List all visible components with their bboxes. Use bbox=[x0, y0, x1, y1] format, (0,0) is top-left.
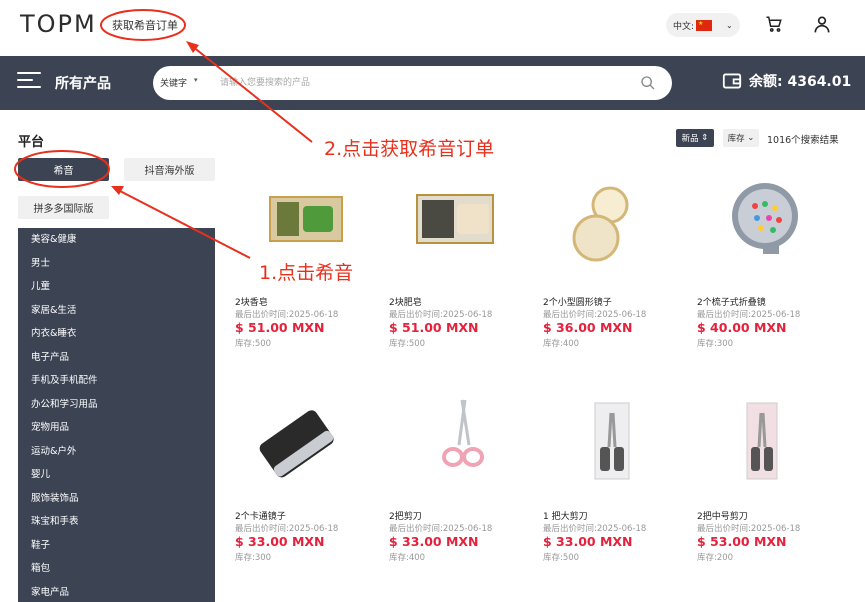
search-mode-select[interactable]: 关键字 bbox=[160, 76, 187, 89]
platform-shein-button[interactable]: 希音 bbox=[18, 158, 109, 181]
category-item[interactable]: 儿童 bbox=[18, 275, 215, 299]
annotation-step2: 2.点击获取希音订单 bbox=[324, 138, 495, 160]
product-name[interactable]: 2把剪刀 bbox=[389, 509, 422, 522]
search-input[interactable] bbox=[220, 74, 610, 92]
product-image[interactable] bbox=[697, 395, 847, 495]
product-date: 最后出价时间:2025-06-18 bbox=[389, 524, 493, 534]
category-item[interactable]: 珠宝和手表 bbox=[18, 510, 215, 534]
product-name[interactable]: 2把中号剪刀 bbox=[697, 509, 748, 522]
product-name[interactable]: 1 把大剪刀 bbox=[543, 509, 588, 522]
product-date: 最后出价时间:2025-06-18 bbox=[543, 524, 647, 534]
search-icon[interactable] bbox=[640, 75, 656, 91]
category-item[interactable]: 家居&生活 bbox=[18, 299, 215, 323]
category-list: 美容&健康 男士 儿童 家居&生活 内衣&睡衣 电子产品 手机及手机配件 办公和… bbox=[18, 228, 215, 602]
all-products-link[interactable]: 所有产品 bbox=[55, 73, 111, 93]
get-shein-orders-link[interactable]: 获取希音订单 bbox=[112, 17, 178, 33]
caret-down-icon[interactable]: ▾ bbox=[194, 76, 198, 84]
product-price: $ 36.00 MXN bbox=[543, 320, 633, 335]
product-image[interactable] bbox=[543, 180, 693, 280]
wallet-icon bbox=[722, 73, 742, 89]
category-item[interactable]: 鞋子 bbox=[18, 534, 215, 558]
product-price: $ 33.00 MXN bbox=[543, 534, 633, 549]
product-date: 最后出价时间:2025-06-18 bbox=[697, 310, 801, 320]
category-item[interactable]: 电子产品 bbox=[18, 346, 215, 370]
product-name[interactable]: 2个小型圆形镜子 bbox=[543, 295, 612, 308]
product-image[interactable] bbox=[697, 180, 847, 280]
category-item[interactable]: 服饰装饰品 bbox=[18, 487, 215, 511]
product-image[interactable] bbox=[389, 395, 539, 495]
platform-title: 平台 bbox=[18, 135, 45, 150]
product-stock: 库存:400 bbox=[543, 339, 580, 349]
product-card[interactable]: 2块肥皂 最后出价时间:2025-06-18 $ 51.00 MXN 库存:50… bbox=[389, 180, 539, 349]
product-image[interactable] bbox=[543, 395, 693, 495]
product-name[interactable]: 2个卡通镜子 bbox=[235, 509, 286, 522]
top-header: TOPM 获取希音订单 中文: ⌄ bbox=[0, 0, 865, 56]
category-item[interactable]: 美容&健康 bbox=[18, 228, 215, 252]
product-stock: 库存:200 bbox=[697, 553, 734, 563]
product-date: 最后出价时间:2025-06-18 bbox=[543, 310, 647, 320]
product-stock: 库存:400 bbox=[389, 553, 426, 563]
product-date: 最后出价时间:2025-06-18 bbox=[389, 310, 493, 320]
product-date: 最后出价时间:2025-06-18 bbox=[235, 310, 339, 320]
product-card[interactable]: 2把剪刀 最后出价时间:2025-06-18 $ 33.00 MXN 库存:40… bbox=[389, 395, 539, 563]
product-card[interactable]: 2个卡通镜子 最后出价时间:2025-06-18 $ 33.00 MXN 库存:… bbox=[235, 395, 385, 563]
chevron-down-icon: ⌄ bbox=[726, 20, 733, 30]
product-name[interactable]: 2块肥皂 bbox=[389, 295, 422, 308]
category-item[interactable]: 运动&户外 bbox=[18, 440, 215, 464]
language-label: 中文: bbox=[673, 21, 695, 32]
product-price: $ 53.00 MXN bbox=[697, 534, 787, 549]
cart-icon[interactable] bbox=[765, 15, 783, 33]
product-card[interactable]: 1 把大剪刀 最后出价时间:2025-06-18 $ 33.00 MXN 库存:… bbox=[543, 395, 693, 563]
sort-new-button[interactable]: 新品 ⇕ bbox=[676, 129, 714, 147]
product-stock: 库存:500 bbox=[543, 553, 580, 563]
category-item[interactable]: 箱包 bbox=[18, 557, 215, 581]
balance-display: 余额: 4364.01 bbox=[722, 71, 851, 91]
category-item[interactable]: 办公和学习用品 bbox=[18, 393, 215, 417]
logo[interactable]: TOPM bbox=[20, 10, 97, 38]
product-stock: 库存:300 bbox=[697, 339, 734, 349]
category-item[interactable]: 婴儿 bbox=[18, 463, 215, 487]
language-selector[interactable]: 中文: ⌄ bbox=[666, 13, 740, 37]
product-name[interactable]: 2个梳子式折叠镜 bbox=[697, 295, 766, 308]
product-price: $ 40.00 MXN bbox=[697, 320, 787, 335]
category-item[interactable]: 男士 bbox=[18, 252, 215, 276]
product-image[interactable] bbox=[389, 180, 539, 280]
product-stock: 库存:500 bbox=[389, 339, 426, 349]
category-item[interactable]: 宠物用品 bbox=[18, 416, 215, 440]
product-price: $ 51.00 MXN bbox=[389, 320, 479, 335]
product-card[interactable]: 2个梳子式折叠镜 最后出价时间:2025-06-18 $ 40.00 MXN 库… bbox=[697, 180, 847, 349]
category-item[interactable]: 家电产品 bbox=[18, 581, 215, 602]
sort-new-label: 新品 bbox=[681, 134, 699, 144]
product-price: $ 33.00 MXN bbox=[389, 534, 479, 549]
product-date: 最后出价时间:2025-06-18 bbox=[697, 524, 801, 534]
category-item[interactable]: 手机及手机配件 bbox=[18, 369, 215, 393]
product-price: $ 33.00 MXN bbox=[235, 534, 325, 549]
category-item[interactable]: 内衣&睡衣 bbox=[18, 322, 215, 346]
platform-tiktok-button[interactable]: 抖音海外版 bbox=[124, 158, 215, 181]
search-bar: 关键字 ▾ bbox=[153, 66, 672, 100]
product-price: $ 51.00 MXN bbox=[235, 320, 325, 335]
product-name[interactable]: 2块香皂 bbox=[235, 295, 268, 308]
sort-stock-label: 库存 bbox=[727, 134, 745, 144]
platform-pdd-button[interactable]: 拼多多国际版 bbox=[18, 196, 109, 219]
product-stock: 库存:300 bbox=[235, 553, 272, 563]
user-icon[interactable] bbox=[812, 14, 832, 34]
china-flag-icon bbox=[696, 19, 713, 31]
product-card[interactable]: 2个小型圆形镜子 最后出价时间:2025-06-18 $ 36.00 MXN 库… bbox=[543, 180, 693, 349]
hamburger-menu-icon[interactable] bbox=[17, 72, 41, 94]
product-stock: 库存:500 bbox=[235, 339, 272, 349]
sort-stock-button[interactable]: 库存 ⌄ bbox=[723, 129, 759, 147]
result-count: 1016个搜索结果 bbox=[767, 135, 839, 146]
product-card[interactable]: 2把中号剪刀 最后出价时间:2025-06-18 $ 53.00 MXN 库存:… bbox=[697, 395, 847, 563]
annotation-step1: 1.点击希音 bbox=[259, 262, 354, 284]
balance-amount: 余额: 4364.01 bbox=[749, 74, 852, 90]
product-image[interactable] bbox=[235, 395, 385, 495]
navbar: 所有产品 关键字 ▾ 余额: 4364.01 bbox=[0, 56, 865, 110]
product-date: 最后出价时间:2025-06-18 bbox=[235, 524, 339, 534]
